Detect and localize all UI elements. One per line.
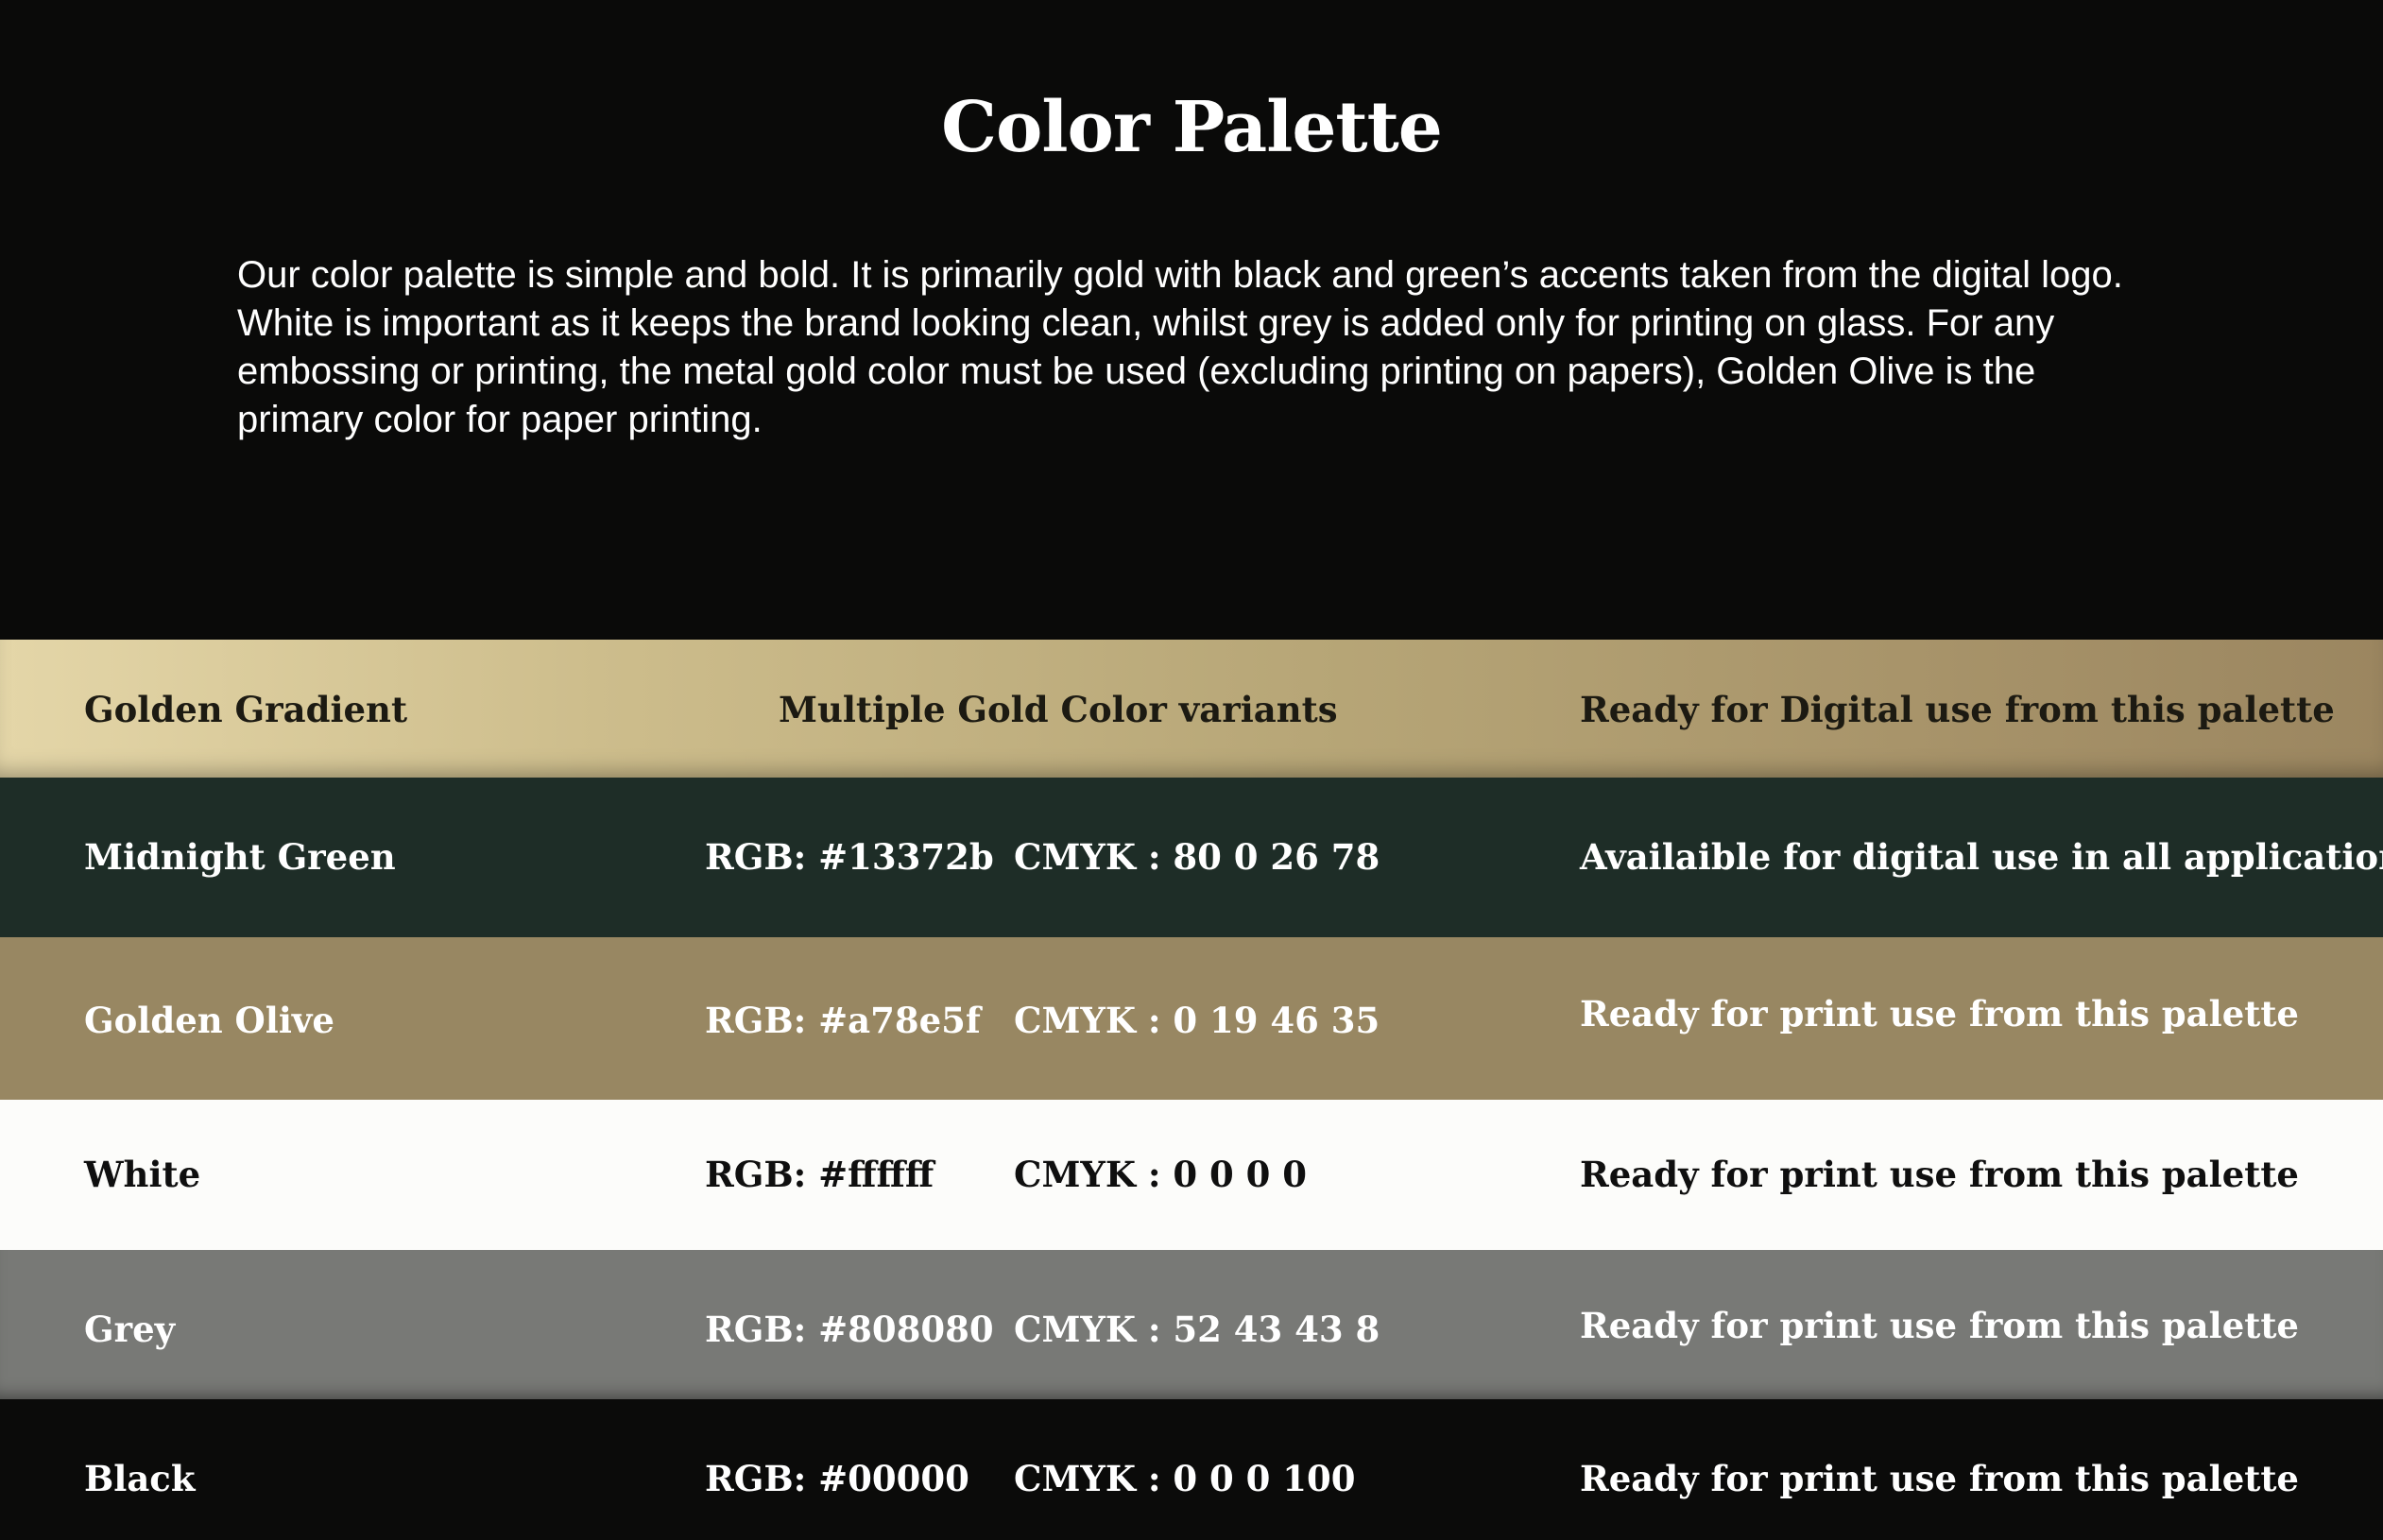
cmyk-value: CMYK : 80 0 26 78 — [1014, 836, 1380, 878]
usage-note: Ready for print use from this palette — [1580, 1458, 2299, 1499]
gradient-variants-label: Multiple Gold Color variants — [779, 689, 1338, 730]
color-name: Black — [84, 1458, 196, 1499]
rgb-value: RGB: #a78e5f — [705, 1000, 981, 1041]
color-name: Golden Gradient — [84, 689, 408, 730]
rgb-value: RGB: #ffffff — [705, 1154, 934, 1195]
cmyk-value: CMYK : 0 0 0 0 — [1014, 1154, 1308, 1195]
rgb-value: RGB: #13372b — [705, 836, 994, 878]
palette-row-golden-olive: Golden Olive RGB: #a78e5f CMYK : 0 19 46… — [0, 937, 2383, 1100]
intro-paragraph: Our color palette is simple and bold. It… — [237, 254, 2123, 440]
cmyk-value: CMYK : 0 0 0 100 — [1014, 1458, 1356, 1499]
page-title: Color Palette — [941, 87, 1443, 168]
palette-row-midnight-green: Midnight Green RGB: #13372b CMYK : 80 0 … — [0, 778, 2383, 937]
color-name: White — [84, 1154, 201, 1195]
color-name: Golden Olive — [84, 1000, 334, 1041]
palette-row-golden-gradient: Golden Gradient Multiple Gold Color vari… — [0, 640, 2383, 778]
palette-row-grey: Grey RGB: #808080 CMYK : 52 43 43 8 Read… — [0, 1250, 2383, 1399]
rgb-value: RGB: #00000 — [705, 1458, 969, 1499]
color-name: Midnight Green — [84, 836, 396, 878]
palette-row-black: Black RGB: #00000 CMYK : 0 0 0 100 Ready… — [0, 1399, 2383, 1540]
cmyk-value: CMYK : 52 43 43 8 — [1014, 1309, 1380, 1350]
cmyk-value: CMYK : 0 19 46 35 — [1014, 1000, 1380, 1041]
usage-note: Ready for print use from this palette — [1580, 1305, 2299, 1346]
palette-row-white: White RGB: #ffffff CMYK : 0 0 0 0 Ready … — [0, 1100, 2383, 1250]
color-name: Grey — [84, 1309, 176, 1350]
usage-note: Availaible for digital use in all applic… — [1580, 836, 2383, 878]
usage-note: Ready for print use from this palette — [1580, 993, 2299, 1035]
usage-note: Ready for print use from this palette — [1580, 1154, 2299, 1195]
usage-note: Ready for Digital use from this palette — [1580, 689, 2335, 730]
rgb-value: RGB: #808080 — [705, 1309, 994, 1350]
